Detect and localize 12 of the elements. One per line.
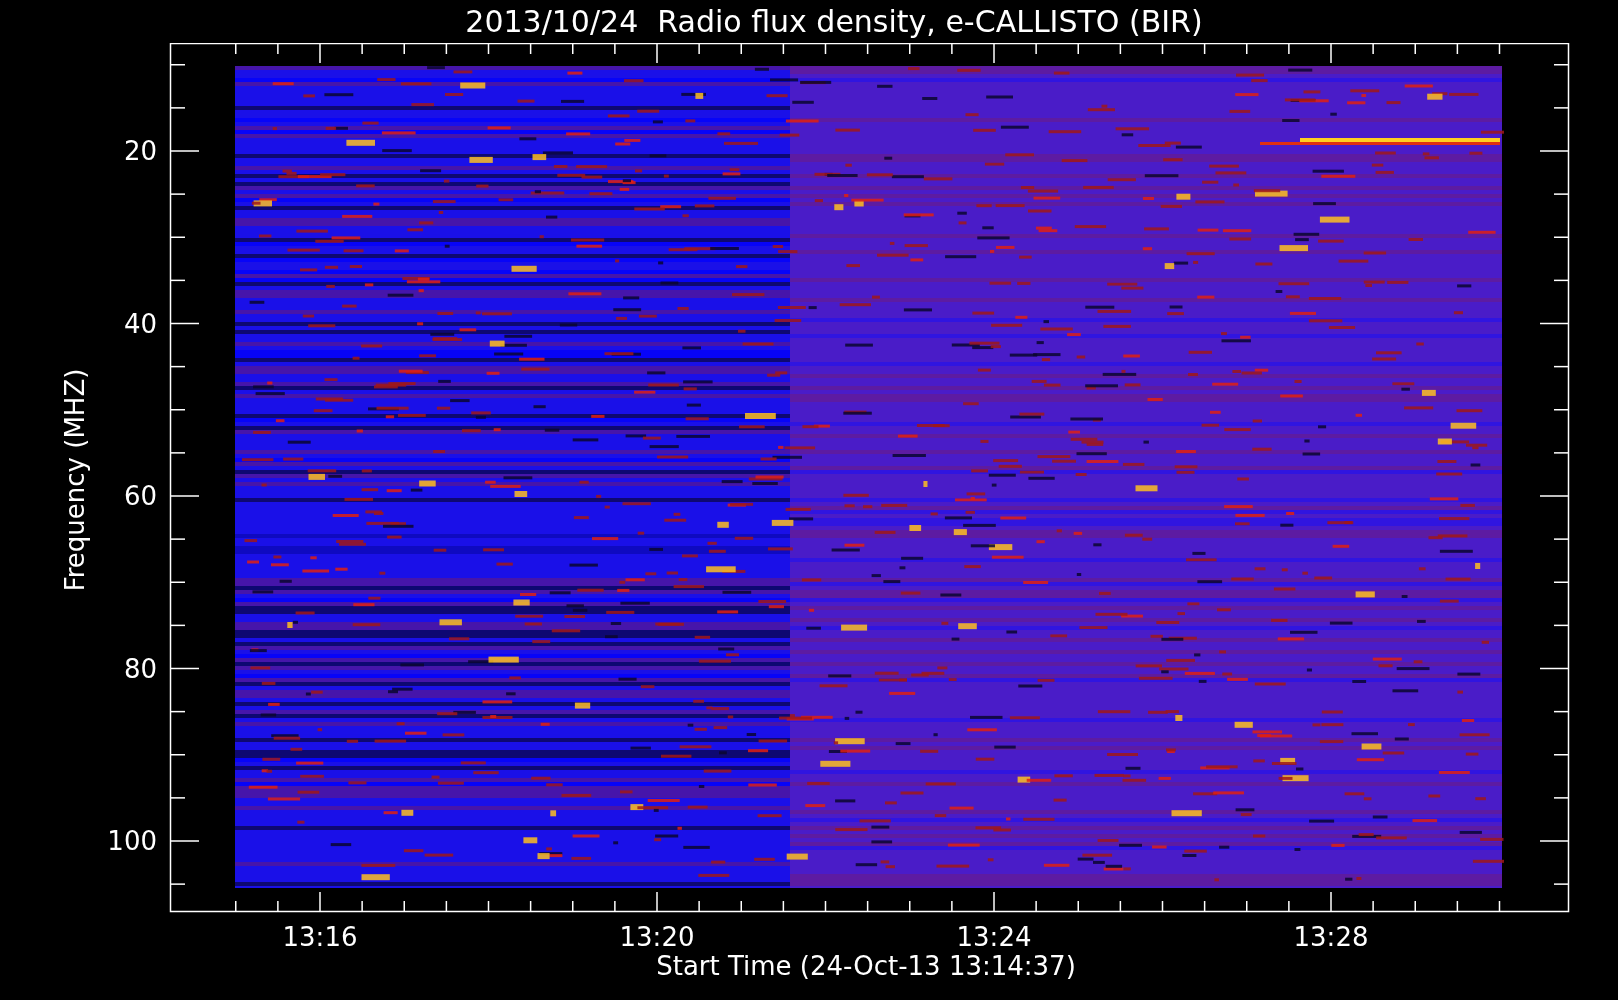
axis-label: Start Time (24-Oct-13 13:14:37) bbox=[656, 951, 1076, 981]
chart-title: 2013/10/24 Radio flux density, e-CALLISTO (BIR) bbox=[464, 3, 1204, 41]
tick-label: 13:16 bbox=[282, 922, 358, 952]
axis-label: Frequency (MHZ) bbox=[60, 368, 90, 592]
tick-label: 13:20 bbox=[619, 922, 695, 952]
tick-label: 13:24 bbox=[956, 922, 1032, 952]
tick-label: 60 bbox=[123, 481, 157, 511]
tick-label: 20 bbox=[123, 136, 157, 166]
tick-label: 80 bbox=[123, 653, 157, 684]
tick-label: 100 bbox=[107, 826, 157, 856]
tick-label: 40 bbox=[123, 308, 157, 339]
tick-label: 13:28 bbox=[1293, 922, 1369, 952]
